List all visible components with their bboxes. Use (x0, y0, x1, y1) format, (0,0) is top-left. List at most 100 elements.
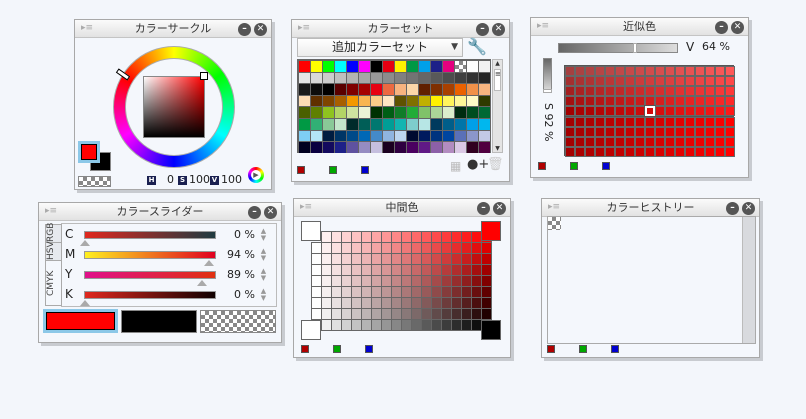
palette-swatch[interactable] (383, 95, 394, 107)
intermediate-color-cell[interactable] (421, 275, 432, 287)
intermediate-color-cell[interactable] (351, 297, 362, 309)
intermediate-color-cell[interactable] (371, 319, 382, 331)
similar-color-cell[interactable] (565, 106, 575, 117)
palette-swatch[interactable] (395, 107, 406, 118)
intermediate-color-cell[interactable] (471, 297, 482, 309)
panel-menu-icon[interactable]: ▸≡ (81, 24, 93, 33)
corner-bottom-right-swatch[interactable] (481, 320, 501, 340)
similar-color-cell[interactable] (715, 66, 725, 77)
palette-swatch[interactable] (299, 72, 310, 84)
intermediate-color-cell[interactable] (321, 231, 332, 243)
palette-swatch[interactable] (299, 107, 310, 118)
slider-handle[interactable] (543, 89, 552, 93)
palette-swatch[interactable] (407, 84, 418, 95)
intermediate-color-cell[interactable] (361, 264, 372, 276)
similar-color-cell[interactable] (675, 96, 685, 107)
tab-cmyk[interactable]: CMYK (45, 260, 62, 306)
palette-swatch[interactable] (407, 130, 418, 142)
intermediate-color-cell[interactable] (331, 242, 342, 254)
palette-swatch[interactable] (395, 61, 406, 72)
intermediate-color-cell[interactable] (311, 297, 322, 309)
minimize-icon[interactable]: – (726, 202, 739, 215)
intermediate-color-cell[interactable] (391, 253, 402, 265)
close-icon[interactable]: ✕ (731, 21, 744, 34)
intermediate-color-cell[interactable] (451, 297, 462, 309)
intermediate-color-cell[interactable] (341, 253, 352, 265)
palette-swatch[interactable] (479, 119, 490, 130)
intermediate-color-cell[interactable] (371, 286, 382, 298)
intermediate-color-cell[interactable] (461, 275, 472, 287)
intermediate-color-cell[interactable] (371, 253, 382, 265)
palette-swatch[interactable] (335, 72, 346, 84)
channel-spinner-c[interactable]: ▲ ▼ (258, 228, 269, 242)
similar-color-cell[interactable] (725, 86, 735, 97)
palette-swatch[interactable] (383, 119, 394, 130)
palette-swatch[interactable] (407, 61, 418, 72)
palette-swatch[interactable] (347, 130, 358, 142)
intermediate-color-cell[interactable] (481, 286, 492, 298)
similar-color-cell[interactable] (715, 106, 725, 117)
slider-handle-icon[interactable] (80, 300, 90, 306)
palette-swatch[interactable] (467, 130, 478, 142)
intermediate-color-cell[interactable] (361, 242, 372, 254)
similar-color-cell[interactable] (585, 76, 595, 87)
similar-color-cell[interactable] (725, 136, 735, 147)
palette-swatch[interactable] (359, 95, 370, 107)
intermediate-color-cell[interactable] (381, 231, 392, 243)
palette-swatch[interactable] (431, 72, 442, 84)
intermediate-color-cell[interactable] (331, 319, 342, 331)
palette-swatch[interactable] (383, 107, 394, 118)
palette-swatch[interactable] (359, 61, 370, 72)
similar-color-cell[interactable] (605, 86, 615, 97)
similar-color-cell[interactable] (665, 96, 675, 107)
palette-swatch[interactable] (311, 119, 322, 130)
palette-swatch[interactable] (371, 95, 382, 107)
similar-color-cell[interactable] (685, 146, 695, 157)
similar-color-cell[interactable] (625, 86, 635, 97)
palette-swatch[interactable] (431, 95, 442, 107)
palette-swatch[interactable] (371, 72, 382, 84)
palette-swatch[interactable] (407, 119, 418, 130)
similar-color-cell[interactable] (605, 96, 615, 107)
slider-handle-icon[interactable] (197, 280, 208, 286)
similar-color-cell[interactable] (635, 126, 645, 137)
similar-color-cell[interactable] (605, 146, 615, 157)
similar-color-cell[interactable] (695, 96, 705, 107)
intermediate-color-cell[interactable] (481, 308, 492, 320)
similar-color-cell[interactable] (565, 116, 575, 127)
similar-color-cell[interactable] (705, 96, 715, 107)
similar-color-cell[interactable] (665, 116, 675, 127)
transparent-color-swatch[interactable] (78, 176, 111, 187)
similar-color-cell[interactable] (675, 86, 685, 97)
palette-swatch[interactable] (467, 107, 478, 118)
similar-color-cell[interactable] (575, 106, 585, 117)
palette-swatch[interactable] (431, 84, 442, 95)
similar-color-cell[interactable] (645, 116, 655, 127)
similar-color-cell[interactable] (685, 76, 695, 87)
intermediate-color-cell[interactable] (401, 308, 412, 320)
main-color-swatch[interactable] (78, 141, 100, 163)
intermediate-color-cell[interactable] (351, 231, 362, 243)
palette-swatch[interactable] (359, 72, 370, 84)
intermediate-color-cell[interactable] (401, 286, 412, 298)
intermediate-color-cell[interactable] (411, 286, 422, 298)
similar-color-cell[interactable] (625, 96, 635, 107)
similar-color-cell[interactable] (705, 106, 715, 117)
similar-color-cell[interactable] (685, 126, 695, 137)
similar-color-cell[interactable] (565, 136, 575, 147)
similar-color-cell[interactable] (655, 126, 665, 137)
similar-color-cell[interactable] (665, 106, 675, 117)
intermediate-color-cell[interactable] (441, 231, 452, 243)
similar-color-cell[interactable] (645, 66, 655, 77)
intermediate-color-cell[interactable] (311, 264, 322, 276)
palette-swatch[interactable] (323, 119, 334, 130)
similar-color-cell[interactable] (675, 146, 685, 157)
similar-color-cell[interactable] (675, 76, 685, 87)
similar-color-cell[interactable] (625, 126, 635, 137)
panel-menu-icon[interactable]: ▸≡ (45, 207, 57, 216)
palette-swatch[interactable] (479, 130, 490, 142)
similar-color-cell[interactable] (675, 136, 685, 147)
similar-color-cell[interactable] (665, 86, 675, 97)
intermediate-color-cell[interactable] (361, 253, 372, 265)
saturation-value-square[interactable] (143, 76, 205, 138)
